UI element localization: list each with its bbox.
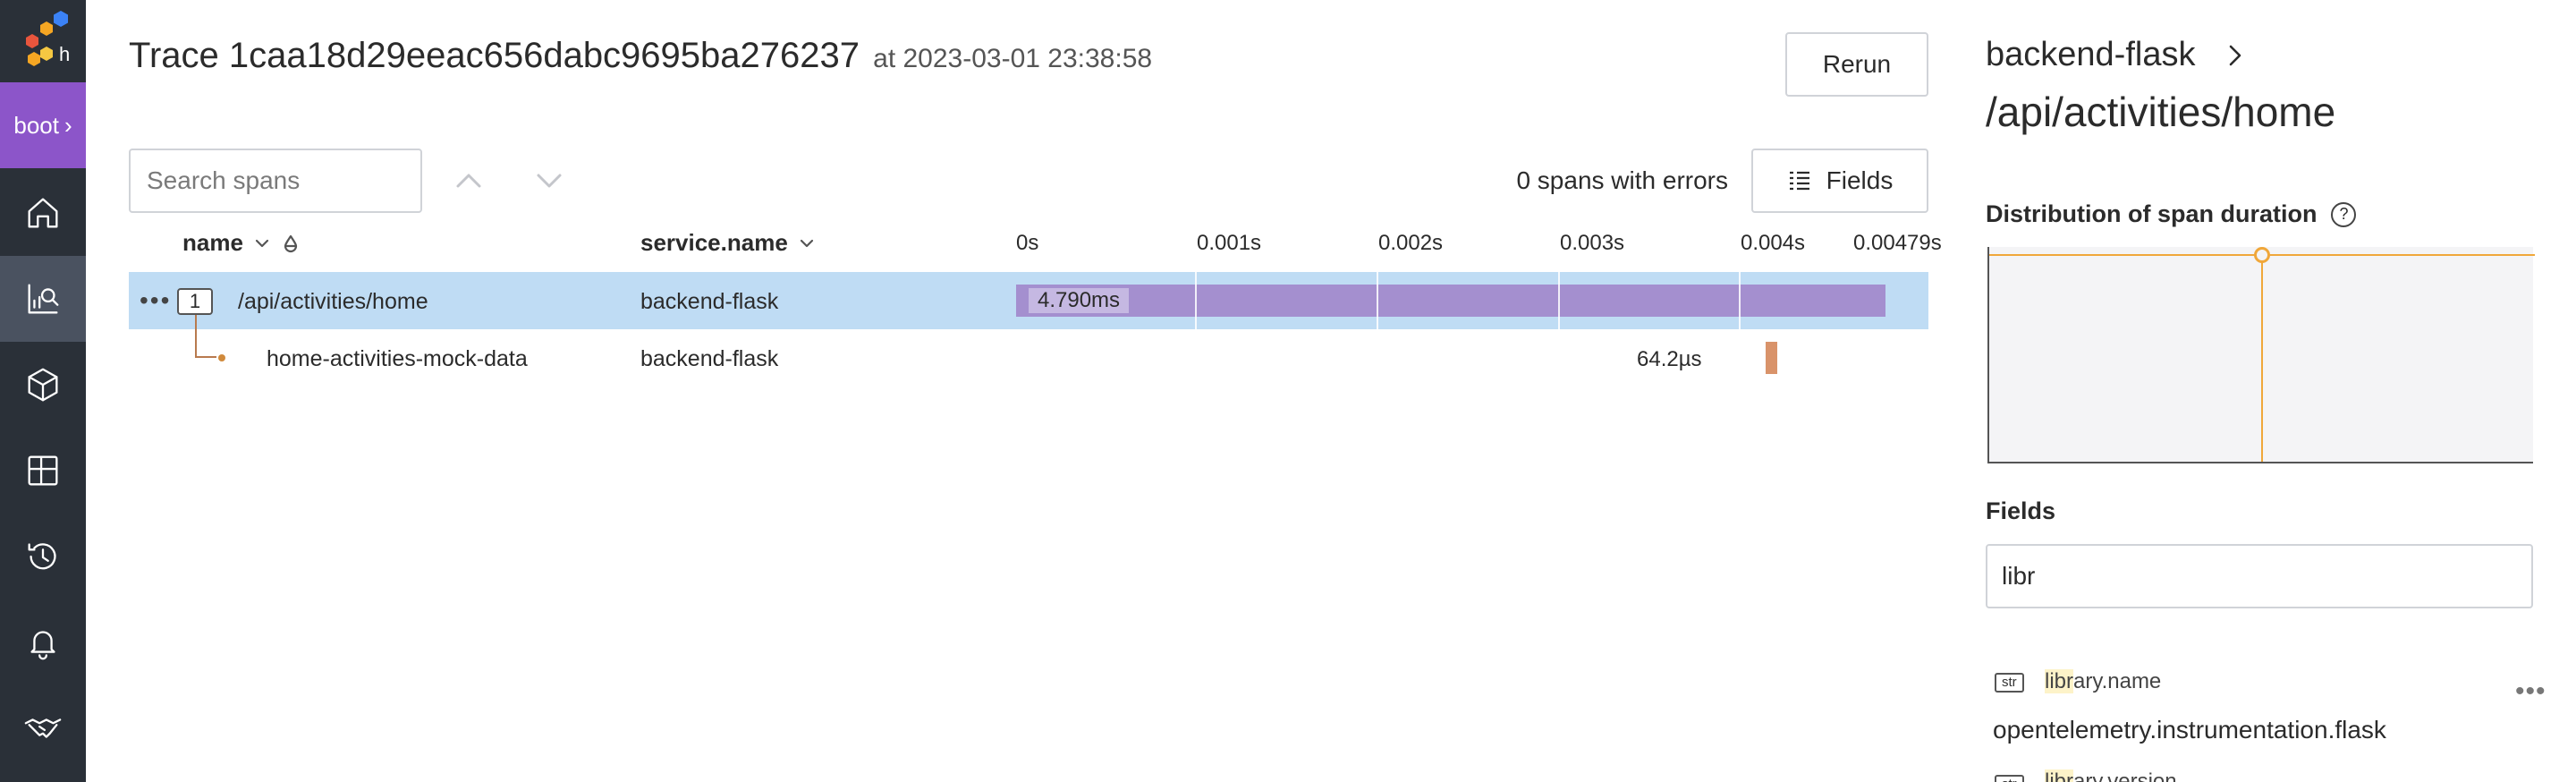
trace-timestamp: at 2023-03-01 23:38:58 (873, 44, 1153, 73)
distribution-heading: Distribution of span duration ? (1986, 200, 2357, 228)
fields-filter-input[interactable] (1986, 544, 2533, 608)
fields-heading: Fields (1986, 497, 2056, 524)
field-name[interactable]: library.version (2045, 769, 2177, 782)
span-name: home-activities-mock-data (267, 346, 528, 371)
timeline-tick-label: 0s (1016, 231, 1039, 255)
column-name-label: name (182, 229, 243, 256)
field-more-options-icon[interactable]: ••• (2515, 676, 2546, 707)
timeline-tick-label: 0.003s (1560, 231, 1625, 255)
span-duration-heatmap[interactable] (1987, 247, 2535, 463)
child-count-badge[interactable]: 1 (177, 288, 213, 315)
span-bar-child[interactable] (1766, 342, 1777, 374)
left-nav: h boot › (0, 0, 86, 782)
search-spans-input[interactable] (129, 149, 422, 213)
query-icon[interactable] (0, 256, 86, 342)
droplet-icon[interactable] (281, 234, 301, 253)
chevron-right-icon: › (64, 111, 72, 139)
column-header-name[interactable]: name (182, 229, 301, 257)
field-type-badge: str (1995, 775, 2024, 782)
span-name: /api/activities/home (238, 289, 428, 314)
span-bar-root[interactable] (1016, 285, 1885, 317)
history-icon[interactable] (0, 514, 86, 599)
fields-list-icon (1789, 171, 1809, 191)
heatmap-point (2254, 247, 2270, 263)
panel-service-name: backend-flask (1986, 36, 2196, 73)
svg-text:h: h (59, 43, 70, 65)
timeline-gridline (1558, 272, 1560, 329)
fields-button[interactable]: Fields (1751, 149, 1928, 213)
rerun-button[interactable]: Rerun (1785, 32, 1928, 97)
timeline-tick-label: 0.002s (1378, 231, 1444, 255)
chevron-up-icon[interactable] (451, 163, 487, 199)
chevron-down-icon[interactable] (531, 163, 567, 199)
bell-icon[interactable] (0, 599, 86, 685)
environment-label: boot (13, 111, 59, 139)
honeycomb-logo-icon[interactable]: h (13, 7, 75, 70)
timeline-tick-label: 0.00479s (1853, 231, 1942, 255)
column-header-service[interactable]: service.name (640, 229, 817, 257)
chevron-down-icon (255, 239, 269, 247)
chevron-right-icon (2230, 45, 2241, 65)
timeline-gridline (1195, 272, 1197, 329)
home-icon[interactable] (0, 170, 86, 256)
field-name-match: libr (2045, 669, 2074, 693)
more-options-icon[interactable]: ••• (140, 288, 171, 313)
timeline-tick-label: 0.004s (1741, 231, 1806, 255)
column-service-label: service.name (640, 229, 788, 256)
panel-span-name: /api/activities/home (1986, 89, 2336, 135)
field-type-badge: str (1995, 673, 2024, 693)
trace-title: Trace 1caa18d29eeac656dabc9695ba276237 (129, 36, 860, 75)
heatmap-crosshair-vertical (2261, 254, 2263, 462)
boards-icon[interactable] (0, 428, 86, 514)
field-value: opentelemetry.instrumentation.flask (1993, 716, 2386, 744)
chevron-down-icon (800, 239, 813, 247)
span-node-dot (218, 354, 225, 361)
panel-service-breadcrumb[interactable]: backend-flask (1986, 36, 2249, 74)
span-service: backend-flask (640, 289, 779, 314)
dataset-cube-icon[interactable] (0, 342, 86, 428)
timeline-gridline (1739, 272, 1741, 329)
span-duration-label: 64.2µs (1637, 347, 1702, 371)
tree-connector-branch (195, 356, 216, 358)
timeline-tick-label: 0.001s (1197, 231, 1262, 255)
page-title: Trace 1caa18d29eeac656dabc9695ba276237 a… (129, 36, 1152, 76)
distribution-title: Distribution of span duration (1986, 200, 2318, 227)
fields-button-label: Fields (1826, 166, 1894, 194)
span-service: backend-flask (640, 346, 779, 371)
field-name-rest: ary.version (2073, 769, 2177, 782)
timeline-gridline (1377, 272, 1378, 329)
error-count: 0 spans with errors (1516, 166, 1728, 194)
tree-connector (195, 315, 197, 358)
environment-switcher[interactable]: boot › (0, 82, 86, 168)
span-duration-label: 4.790ms (1029, 288, 1130, 313)
field-name[interactable]: library.name (2045, 669, 2161, 694)
field-name-rest: ary.name (2073, 669, 2162, 693)
field-name-match: libr (2045, 769, 2074, 782)
handshake-icon[interactable] (0, 685, 86, 771)
help-icon[interactable]: ? (2331, 201, 2357, 227)
